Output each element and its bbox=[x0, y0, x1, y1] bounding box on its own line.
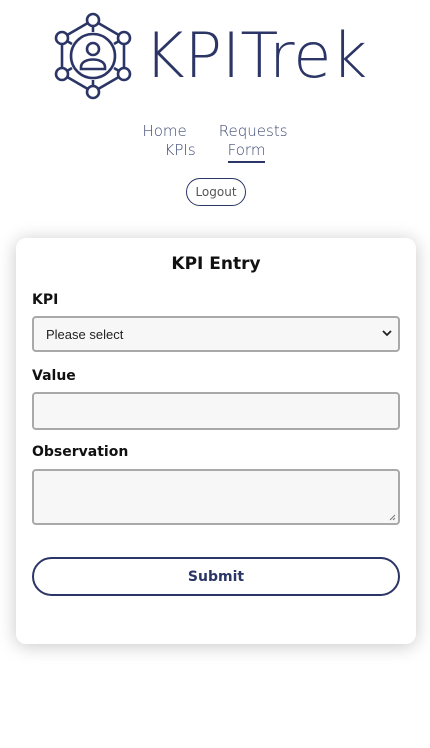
value-input[interactable] bbox=[32, 392, 400, 430]
network-user-icon bbox=[54, 12, 132, 100]
brand-logo: KPITrek bbox=[52, 12, 372, 100]
kpi-select[interactable]: Please select bbox=[32, 316, 400, 352]
form-title: KPI Entry bbox=[171, 254, 261, 274]
chevron-down-icon bbox=[382, 330, 392, 337]
kpi-entry-card: KPI Entry KPI Please select Value Observ… bbox=[16, 238, 416, 644]
nav-requests[interactable]: Requests bbox=[219, 122, 288, 141]
value-label: Value bbox=[32, 368, 76, 384]
nav-kpis[interactable]: KPIs bbox=[165, 141, 196, 160]
kpi-select-value: Please select bbox=[46, 326, 124, 342]
resize-grip-icon[interactable] bbox=[389, 514, 396, 521]
brand-name: KPITrek bbox=[144, 19, 368, 92]
logout-button[interactable]: Logout bbox=[186, 178, 246, 206]
nav-home[interactable]: Home bbox=[142, 122, 186, 141]
kpi-label: KPI bbox=[32, 292, 59, 308]
observation-label: Observation bbox=[32, 444, 129, 460]
submit-button[interactable]: Submit bbox=[32, 557, 400, 596]
main-nav: Home Requests KPIs Form bbox=[0, 122, 430, 163]
observation-textarea[interactable] bbox=[32, 469, 400, 525]
nav-form[interactable]: Form bbox=[227, 141, 265, 163]
